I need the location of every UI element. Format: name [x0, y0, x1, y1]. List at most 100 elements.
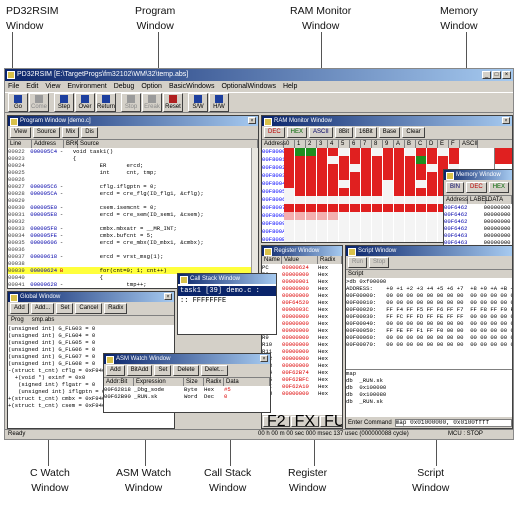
ram-cell[interactable] [350, 196, 361, 204]
ram-cell[interactable] [317, 212, 328, 220]
register-row[interactable]: R10 00000000 Hex [262, 341, 342, 348]
ram-cell[interactable] [449, 148, 460, 156]
ram-cell[interactable] [383, 188, 394, 196]
ram-cell[interactable] [339, 204, 350, 212]
flag-f2[interactable]: F2 [263, 414, 290, 428]
ram-cell[interactable] [350, 236, 361, 242]
ram-cell[interactable] [284, 196, 295, 204]
ram-cell[interactable] [416, 156, 427, 164]
ram-cell[interactable] [328, 172, 339, 180]
asm-add-button[interactable]: Add [106, 365, 125, 376]
ram-cell[interactable] [350, 188, 361, 196]
command-input[interactable] [394, 418, 512, 427]
source-line[interactable]: 00031 000005E8- ercd = cre_sem(ID_sem1, &… [8, 211, 258, 218]
program-source-list[interactable]: 00022 000005C4- void task1() 00023{00024 ER… [8, 148, 258, 288]
ram-cell[interactable] [416, 220, 427, 228]
register-row[interactable]: R1400F62B74Hex [262, 369, 342, 376]
ram-cell[interactable] [383, 204, 394, 212]
ram-cell[interactable] [372, 188, 383, 196]
ram-cell[interactable] [284, 148, 295, 156]
ram-cell[interactable] [372, 212, 383, 220]
ram-cell[interactable] [405, 188, 416, 196]
ram-cell[interactable] [317, 148, 328, 156]
ram-cell[interactable] [284, 228, 295, 236]
ram-cell[interactable] [295, 196, 306, 204]
register-row[interactable]: R1300000000Hex [262, 362, 342, 369]
ram-cell[interactable] [339, 156, 350, 164]
reset-button[interactable]: Reset [163, 93, 183, 112]
ram-cell[interactable] [328, 180, 339, 188]
ram-cell[interactable] [295, 156, 306, 164]
ram-cell[interactable] [383, 180, 394, 188]
watch-entry[interactable]: (unsigned int) G_FLG04 = 0 [8, 332, 174, 339]
ram-cell[interactable] [416, 236, 427, 242]
ram-cell[interactable] [372, 196, 383, 204]
ram-cell[interactable] [295, 236, 306, 242]
ram-cell[interactable] [361, 172, 372, 180]
ram-cell[interactable] [317, 204, 328, 212]
ram-cell[interactable] [416, 180, 427, 188]
ram-cell[interactable] [383, 220, 394, 228]
ram-cell[interactable] [339, 180, 350, 188]
ram-cell[interactable] [383, 196, 394, 204]
ram-cell[interactable] [295, 220, 306, 228]
flag-fx[interactable]: FX [290, 414, 320, 428]
view-button[interactable]: View [10, 127, 31, 138]
ram-cell[interactable] [306, 188, 317, 196]
ram-cell[interactable] [328, 196, 339, 204]
ram-cell[interactable] [317, 156, 328, 164]
ram-cell[interactable] [383, 156, 394, 164]
source-button[interactable]: Source [32, 127, 60, 138]
source-line[interactable]: 00033 000005F8- cmbx.mbxatr = __MR_INT; [8, 225, 258, 232]
ram-cell[interactable] [394, 172, 405, 180]
ram-cell[interactable] [405, 156, 416, 164]
return-button[interactable]: Return [96, 93, 116, 112]
ram-cell[interactable] [339, 228, 350, 236]
ram-cell[interactable] [328, 228, 339, 236]
hw-break-button[interactable]: H/W [209, 93, 229, 112]
source-line[interactable]: 00028 000005CA - ercd = cre_flg(ID_flg1, &… [8, 190, 258, 197]
ram-cell[interactable] [350, 228, 361, 236]
ram-cell[interactable] [328, 188, 339, 196]
go-button[interactable]: Go [8, 93, 28, 112]
ram-cell[interactable] [449, 156, 460, 164]
stop-button[interactable]: Stop [121, 93, 141, 112]
asm-delete-button[interactable]: Delete [173, 365, 199, 376]
ram-cell[interactable] [383, 228, 394, 236]
ram-cell[interactable] [361, 188, 372, 196]
cwatch-cancel-button[interactable]: Cancel [75, 303, 103, 314]
ram-cell[interactable] [317, 220, 328, 228]
ram-cell[interactable] [361, 196, 372, 204]
ram-cell[interactable] [306, 220, 317, 228]
callstack-entry[interactable]: :: FFFFFFFE [178, 296, 276, 306]
ram-cell[interactable] [350, 172, 361, 180]
ram-cell[interactable] [438, 148, 449, 156]
register-row[interactable]: SPI00F62A10Hex [262, 383, 342, 390]
ram-cell[interactable] [372, 172, 383, 180]
memory-row[interactable]: 00F64624 00000000 [444, 211, 512, 218]
source-line[interactable]: 00030 000005E0- csem.isemcnt = 0; [8, 204, 258, 211]
ram-cell[interactable] [317, 196, 328, 204]
ram-cell[interactable] [284, 172, 295, 180]
ram-cell[interactable] [427, 220, 438, 228]
cwatch-add-button[interactable]: Add [10, 303, 29, 314]
ram-cell[interactable] [361, 180, 372, 188]
ram-cell[interactable] [284, 164, 295, 172]
ram-cell[interactable] [295, 212, 306, 220]
asmwatch-row[interactable]: 00F62818 _Dbg_sode Byte Hex #5 [104, 386, 270, 393]
source-line[interactable]: 00032 [8, 218, 258, 225]
script-stop-button[interactable]: Stop [369, 257, 390, 268]
ram-cell[interactable] [317, 228, 328, 236]
source-line[interactable]: 00038 [8, 260, 258, 267]
memory-row[interactable]: 00F6462C 00000000 [444, 225, 512, 232]
ram-cell[interactable] [306, 228, 317, 236]
ram-cell[interactable] [284, 188, 295, 196]
ram-cell[interactable] [284, 220, 295, 228]
ram-cell[interactable] [394, 156, 405, 164]
ram-cell[interactable] [394, 220, 405, 228]
cwatch-addx-button[interactable]: Add... [30, 303, 55, 314]
ram-cell[interactable] [405, 220, 416, 228]
ram-cell[interactable] [427, 188, 438, 196]
ram-cell[interactable] [317, 164, 328, 172]
ram-cell[interactable] [317, 236, 328, 242]
